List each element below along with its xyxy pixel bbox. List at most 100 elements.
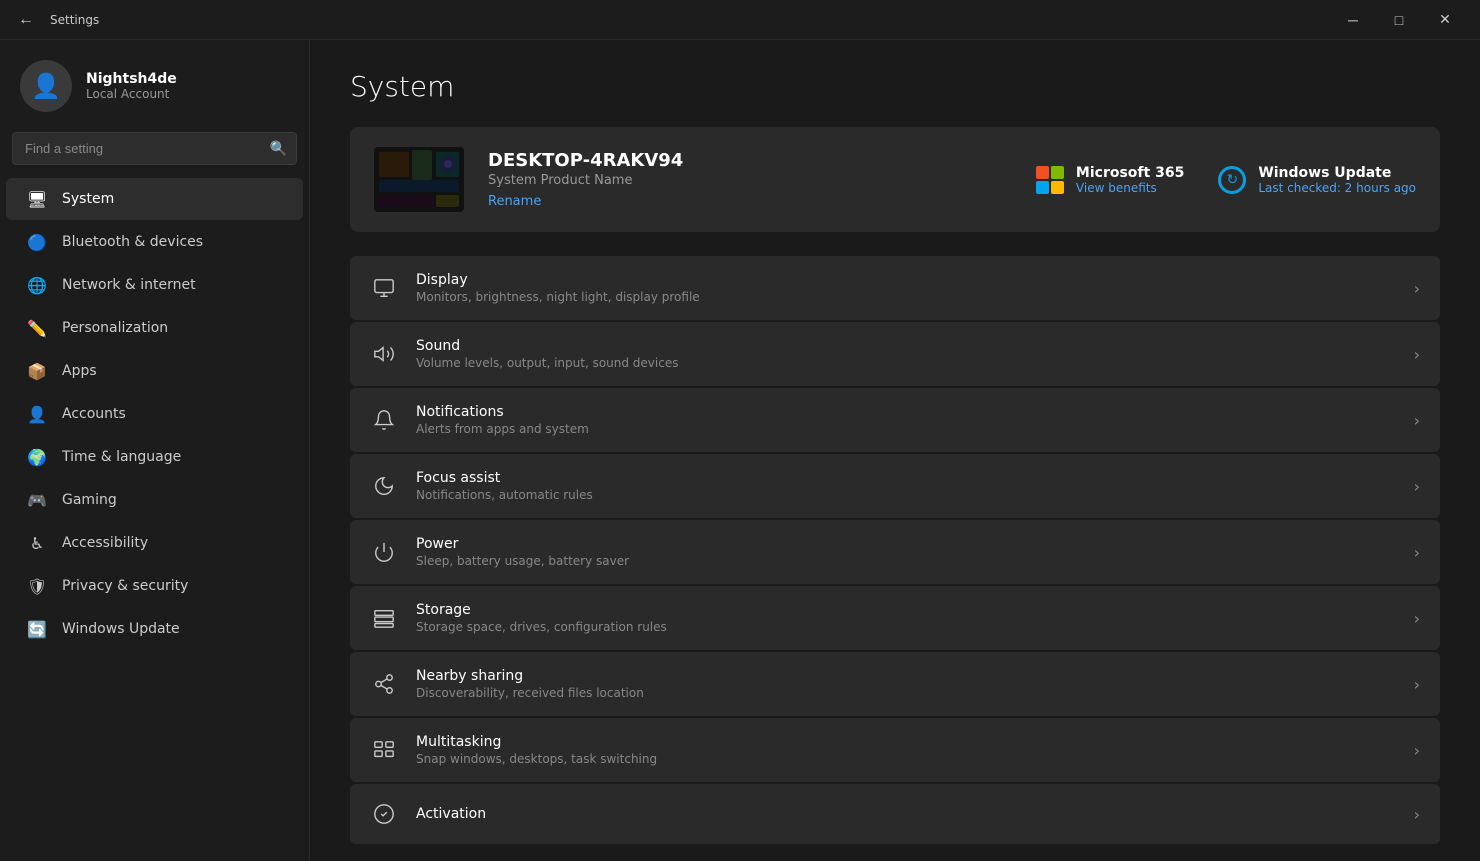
maximize-button[interactable]: □ xyxy=(1376,4,1422,36)
main-content: System DESKTOP-4RAKV94 Sys xyxy=(310,40,1480,861)
sound-title: Sound xyxy=(416,338,1396,354)
settings-item-nearby-sharing[interactable]: Nearby sharing Discoverability, received… xyxy=(350,652,1440,716)
search-box[interactable]: 🔍 xyxy=(12,132,297,165)
windows-update-icon: ↻ xyxy=(1216,164,1248,196)
storage-icon xyxy=(370,604,398,632)
sidebar-item-personalization[interactable]: ✏️ Personalization xyxy=(6,307,303,349)
sound-text: Sound Volume levels, output, input, soun… xyxy=(416,338,1396,370)
display-chevron: › xyxy=(1414,279,1420,298)
sound-desc: Volume levels, output, input, sound devi… xyxy=(416,356,1396,370)
sidebar-item-system[interactable]: 🖥 System xyxy=(6,178,303,220)
device-name: DESKTOP-4RAKV94 xyxy=(488,150,1010,171)
focus-assist-desc: Notifications, automatic rules xyxy=(416,488,1396,502)
search-input[interactable] xyxy=(12,132,297,165)
power-icon xyxy=(370,538,398,566)
power-desc: Sleep, battery usage, battery saver xyxy=(416,554,1396,568)
nav-icon-bluetooth: 🔵 xyxy=(26,231,48,253)
nav-label-network: Network & internet xyxy=(62,277,287,293)
sidebar-nav: 🖥 System 🔵 Bluetooth & devices 🌐 Network… xyxy=(0,177,309,651)
nav-label-accessibility: Accessibility xyxy=(62,535,287,551)
device-image xyxy=(374,147,464,212)
minimize-button[interactable]: ─ xyxy=(1330,4,1376,36)
sidebar-item-network[interactable]: 🌐 Network & internet xyxy=(6,264,303,306)
sidebar-item-accessibility[interactable]: ♿ Accessibility xyxy=(6,522,303,564)
sidebar-item-time[interactable]: 🌍 Time & language xyxy=(6,436,303,478)
sidebar-item-accounts[interactable]: 👤 Accounts xyxy=(6,393,303,435)
multitasking-desc: Snap windows, desktops, task switching xyxy=(416,752,1396,766)
nav-icon-gaming: 🎮 xyxy=(26,489,48,511)
sidebar-item-bluetooth[interactable]: 🔵 Bluetooth & devices xyxy=(6,221,303,263)
nearby-sharing-icon xyxy=(370,670,398,698)
notifications-title: Notifications xyxy=(416,404,1396,420)
nav-label-system: System xyxy=(62,191,287,207)
nav-icon-privacy: 🛡 xyxy=(26,575,48,597)
nav-icon-windows-update: 🔄 xyxy=(26,618,48,640)
multitasking-title: Multitasking xyxy=(416,734,1396,750)
nav-icon-time: 🌍 xyxy=(26,446,48,468)
avatar: 👤 xyxy=(20,60,72,112)
service-wu-info: Windows Update Last checked: 2 hours ago xyxy=(1258,165,1416,195)
settings-item-storage[interactable]: Storage Storage space, drives, configura… xyxy=(350,586,1440,650)
nearby-sharing-desc: Discoverability, received files location xyxy=(416,686,1396,700)
settings-item-multitasking[interactable]: Multitasking Snap windows, desktops, tas… xyxy=(350,718,1440,782)
user-info: Nightsh4de Local Account xyxy=(86,71,177,101)
back-button[interactable]: ← xyxy=(12,6,40,34)
storage-desc: Storage space, drives, configuration rul… xyxy=(416,620,1396,634)
app-container: 👤 Nightsh4de Local Account 🔍 🖥 System 🔵 … xyxy=(0,40,1480,861)
settings-item-activation[interactable]: Activation › xyxy=(350,784,1440,844)
settings-list: Display Monitors, brightness, night ligh… xyxy=(350,256,1440,844)
service-wu-sub: Last checked: 2 hours ago xyxy=(1258,181,1416,195)
service-wu-name: Windows Update xyxy=(1258,165,1416,181)
page-title: System xyxy=(350,70,1440,103)
nav-icon-accessibility: ♿ xyxy=(26,532,48,554)
settings-item-display[interactable]: Display Monitors, brightness, night ligh… xyxy=(350,256,1440,320)
service-windows-update[interactable]: ↻ Windows Update Last checked: 2 hours a… xyxy=(1216,164,1416,196)
device-card: DESKTOP-4RAKV94 System Product Name Rena… xyxy=(350,127,1440,232)
storage-chevron: › xyxy=(1414,609,1420,628)
device-subtitle: System Product Name xyxy=(488,173,1010,188)
close-button[interactable]: ✕ xyxy=(1422,4,1468,36)
settings-item-focus-assist[interactable]: Focus assist Notifications, automatic ru… xyxy=(350,454,1440,518)
notifications-icon xyxy=(370,406,398,434)
nav-label-gaming: Gaming xyxy=(62,492,287,508)
user-profile[interactable]: 👤 Nightsh4de Local Account xyxy=(0,40,309,128)
rename-link[interactable]: Rename xyxy=(488,194,541,209)
sidebar-item-windows-update[interactable]: 🔄 Windows Update xyxy=(6,608,303,650)
notifications-desc: Alerts from apps and system xyxy=(416,422,1396,436)
focus-assist-text: Focus assist Notifications, automatic ru… xyxy=(416,470,1396,502)
focus-assist-chevron: › xyxy=(1414,477,1420,496)
account-type: Local Account xyxy=(86,87,177,101)
display-text: Display Monitors, brightness, night ligh… xyxy=(416,272,1396,304)
nav-label-windows-update: Windows Update xyxy=(62,621,287,637)
sidebar-item-apps[interactable]: 📦 Apps xyxy=(6,350,303,392)
sidebar-item-gaming[interactable]: 🎮 Gaming xyxy=(6,479,303,521)
titlebar: ← Settings ─ □ ✕ xyxy=(0,0,1480,40)
nearby-sharing-title: Nearby sharing xyxy=(416,668,1396,684)
display-icon xyxy=(370,274,398,302)
nav-icon-accounts: 👤 xyxy=(26,403,48,425)
titlebar-controls: ─ □ ✕ xyxy=(1330,4,1468,36)
nearby-sharing-text: Nearby sharing Discoverability, received… xyxy=(416,668,1396,700)
focus-assist-title: Focus assist xyxy=(416,470,1396,486)
service-ms365[interactable]: Microsoft 365 View benefits xyxy=(1034,164,1184,196)
multitasking-icon xyxy=(370,736,398,764)
nearby-sharing-chevron: › xyxy=(1414,675,1420,694)
focus-assist-icon xyxy=(370,472,398,500)
username: Nightsh4de xyxy=(86,71,177,87)
nav-label-apps: Apps xyxy=(62,363,287,379)
settings-item-power[interactable]: Power Sleep, battery usage, battery save… xyxy=(350,520,1440,584)
settings-item-sound[interactable]: Sound Volume levels, output, input, soun… xyxy=(350,322,1440,386)
sound-chevron: › xyxy=(1414,345,1420,364)
nav-label-accounts: Accounts xyxy=(62,406,287,422)
power-chevron: › xyxy=(1414,543,1420,562)
device-services: Microsoft 365 View benefits ↻ Windows Up… xyxy=(1034,164,1416,196)
activation-chevron: › xyxy=(1414,805,1420,824)
titlebar-left: ← Settings xyxy=(12,6,99,34)
sound-icon xyxy=(370,340,398,368)
settings-item-notifications[interactable]: Notifications Alerts from apps and syste… xyxy=(350,388,1440,452)
sidebar-item-privacy[interactable]: 🛡 Privacy & security xyxy=(6,565,303,607)
nav-label-time: Time & language xyxy=(62,449,287,465)
nav-icon-system: 🖥 xyxy=(26,188,48,210)
service-ms365-sub: View benefits xyxy=(1076,181,1184,195)
storage-title: Storage xyxy=(416,602,1396,618)
